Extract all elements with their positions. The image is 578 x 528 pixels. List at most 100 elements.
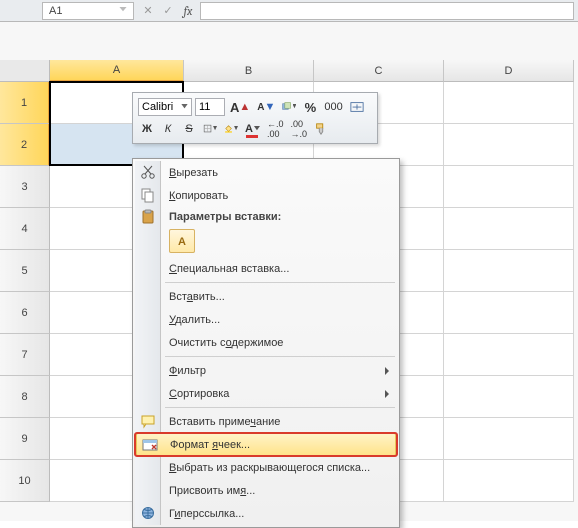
cell[interactable] — [444, 292, 574, 334]
row-header[interactable]: 10 — [0, 460, 50, 502]
row-header[interactable]: 4 — [0, 208, 50, 250]
comment-icon — [140, 413, 156, 429]
accounting-format-button[interactable] — [280, 97, 298, 117]
hyperlink-icon — [140, 505, 156, 521]
comma-format-button[interactable]: 000 — [322, 97, 344, 117]
menu-format-cells[interactable]: Формат ячеек... — [136, 433, 396, 456]
select-all-corner[interactable] — [0, 60, 50, 82]
menu-label: Специальная вставка... — [169, 263, 289, 275]
row-header[interactable]: 9 — [0, 418, 50, 460]
menu-hyperlink[interactable]: Гиперссылка... — [135, 502, 397, 525]
row-header[interactable]: 5 — [0, 250, 50, 292]
cell[interactable] — [444, 418, 574, 460]
italic-button[interactable]: К — [159, 119, 177, 139]
menu-label: Фильтр — [169, 365, 206, 377]
decrease-decimal-button[interactable]: .00→.0 — [288, 119, 309, 139]
scissors-icon — [140, 164, 156, 180]
formula-input[interactable] — [200, 2, 574, 20]
menu-pick-from-list[interactable]: Выбрать из раскрывающегося списка... — [135, 456, 397, 479]
fx-icon[interactable]: fx — [180, 3, 196, 19]
column-header-a[interactable]: A — [50, 60, 184, 82]
column-header-d[interactable]: D — [444, 60, 574, 82]
paste-option-default[interactable]: A — [169, 229, 195, 253]
menu-sort[interactable]: Сортировка — [135, 382, 397, 405]
menu-label: Копировать — [169, 190, 228, 202]
menu-separator — [165, 407, 395, 408]
column-header-b[interactable]: B — [184, 60, 314, 82]
fill-color-button[interactable] — [222, 119, 240, 139]
menu-label: Гиперссылка... — [169, 508, 244, 520]
increase-decimal-button[interactable]: ←.0.00 — [265, 119, 286, 139]
font-name-combo[interactable]: Calibri — [138, 98, 192, 116]
menu-label: Удалить... — [169, 314, 220, 326]
menu-label: Параметры вставки: — [169, 211, 281, 223]
menu-filter[interactable]: Фильтр — [135, 359, 397, 382]
cell[interactable] — [444, 376, 574, 418]
strike-button[interactable]: S — [180, 119, 198, 139]
menu-label: Вырезать — [169, 167, 218, 179]
name-box-value: A1 — [49, 5, 62, 17]
column-headers: A B C D — [50, 60, 578, 82]
enter-icon: ✓ — [160, 3, 176, 19]
dropdown-icon — [181, 104, 188, 111]
format-painter-button[interactable] — [312, 119, 330, 139]
menu-copy[interactable]: Копировать — [135, 184, 397, 207]
menu-clear-contents[interactable]: Очистить содержимое — [135, 331, 397, 354]
bold-button[interactable]: Ж — [138, 119, 156, 139]
context-menu: Вырезать Копировать Параметры вставки: A… — [132, 158, 400, 528]
cancel-icon: ✕ — [140, 3, 156, 19]
borders-button[interactable] — [201, 119, 219, 139]
menu-insert[interactable]: Вставить... — [135, 285, 397, 308]
cell[interactable] — [444, 334, 574, 376]
mini-toolbar: Calibri 11 A▲ A▼ % 000 Ж К S A ←.0.00 .0… — [132, 92, 378, 144]
menu-label: Вставить... — [169, 291, 225, 303]
menu-label: Формат ячеек... — [170, 439, 250, 451]
menu-define-name[interactable]: Присвоить имя... — [135, 479, 397, 502]
menu-label: Очистить содержимое — [169, 337, 283, 349]
menu-paste-options-header: Параметры вставки: — [135, 207, 397, 227]
format-cells-icon — [142, 437, 158, 453]
menu-separator — [165, 282, 395, 283]
name-box[interactable]: A1 — [42, 2, 134, 20]
cell[interactable] — [444, 250, 574, 292]
cell[interactable] — [444, 166, 574, 208]
cell[interactable] — [444, 82, 574, 124]
menu-separator — [165, 356, 395, 357]
paste-options-row: A — [135, 227, 397, 257]
formula-bar-row: A1 ✕ ✓ fx — [0, 0, 578, 22]
row-header[interactable]: 3 — [0, 166, 50, 208]
menu-label: Сортировка — [169, 388, 229, 400]
row-header[interactable]: 1 — [0, 82, 50, 124]
row-header[interactable]: 7 — [0, 334, 50, 376]
menu-label: Выбрать из раскрывающегося списка... — [169, 462, 370, 474]
column-header-c[interactable]: C — [314, 60, 444, 82]
copy-icon — [140, 187, 156, 203]
clipboard-icon — [140, 209, 156, 225]
row-headers: 1 2 3 4 5 6 7 8 9 10 — [0, 82, 50, 502]
cell[interactable] — [444, 460, 574, 502]
formula-bar-buttons: ✕ ✓ fx — [140, 3, 196, 19]
row-header[interactable]: 2 — [0, 124, 50, 166]
row-header[interactable]: 6 — [0, 292, 50, 334]
shrink-font-button[interactable]: A▼ — [255, 97, 277, 117]
menu-paste-special[interactable]: Специальная вставка... — [135, 257, 397, 280]
dropdown-icon — [254, 126, 260, 132]
merge-center-button[interactable] — [348, 97, 366, 117]
submenu-arrow-icon — [385, 367, 389, 375]
submenu-arrow-icon — [385, 390, 389, 398]
font-size-combo[interactable]: 11 — [195, 98, 225, 116]
menu-label: Вставить примечание — [169, 416, 280, 428]
dropdown-icon — [293, 104, 297, 110]
font-color-button[interactable]: A — [243, 119, 262, 139]
dropdown-icon — [234, 126, 238, 132]
row-header[interactable]: 8 — [0, 376, 50, 418]
menu-cut[interactable]: Вырезать — [135, 161, 397, 184]
percent-format-button[interactable]: % — [301, 97, 319, 117]
cell[interactable] — [444, 124, 574, 166]
menu-label: Присвоить имя... — [169, 485, 255, 497]
name-box-dropdown-icon[interactable] — [119, 7, 127, 15]
grow-font-button[interactable]: A▲ — [228, 97, 252, 117]
menu-delete[interactable]: Удалить... — [135, 308, 397, 331]
cell[interactable] — [444, 208, 574, 250]
menu-insert-comment[interactable]: Вставить примечание — [135, 410, 397, 433]
